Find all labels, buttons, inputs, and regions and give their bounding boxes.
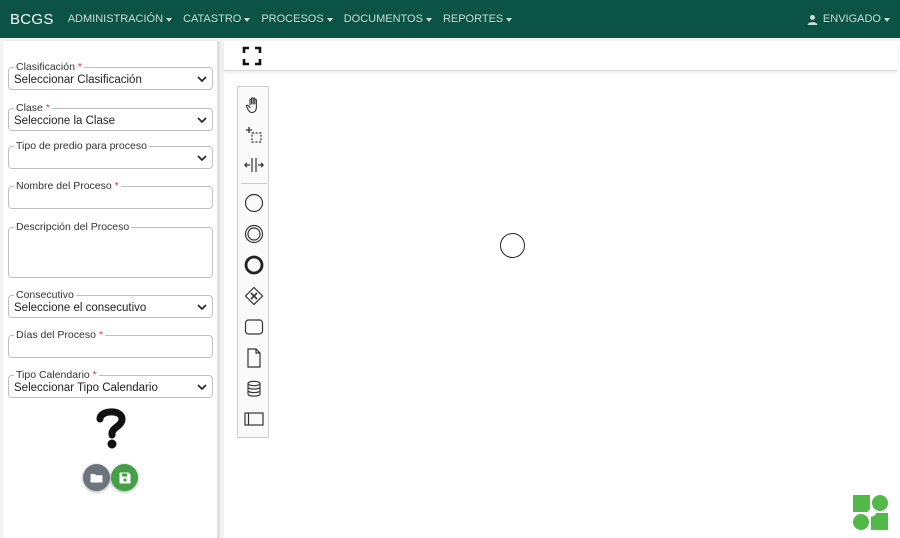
chevron-down-icon <box>197 116 207 123</box>
save-button[interactable] <box>111 464 138 491</box>
nav-menu-procesos[interactable]: PROCESOS <box>261 13 333 25</box>
nav-menu-label: REPORTES <box>442 13 504 25</box>
nav-menu-documentos[interactable]: DOCUMENTOS <box>344 13 432 25</box>
nombre-proceso-input[interactable]: Nombre del Proceso * <box>8 180 213 209</box>
data-store-icon <box>247 380 261 397</box>
clasificacion-label: Clasificación * <box>14 61 84 73</box>
chevron-down-icon <box>197 154 207 161</box>
brand-logo-text[interactable]: BCGS <box>10 11 54 28</box>
space-tool-icon <box>244 158 264 172</box>
question-mark-icon[interactable] <box>94 406 128 450</box>
data-object-icon <box>247 348 261 368</box>
required-marker: * <box>45 102 50 114</box>
space-tool[interactable] <box>242 153 266 177</box>
intermediate-event-icon <box>244 224 264 244</box>
gateway-icon <box>244 286 264 306</box>
start-event-icon <box>244 193 264 213</box>
lasso-tool[interactable] <box>242 123 266 147</box>
caret-down-icon <box>166 17 173 22</box>
fullscreen-icon[interactable] <box>242 46 262 66</box>
required-marker: * <box>114 180 119 192</box>
intermediate-event-tool[interactable] <box>242 222 266 246</box>
nav-menu-label: PROCESOS <box>261 13 324 25</box>
caret-down-icon <box>506 17 513 22</box>
data-store-tool[interactable] <box>242 377 266 401</box>
lasso-tool-icon <box>246 127 262 143</box>
open-folder-button[interactable] <box>83 464 110 491</box>
required-marker: * <box>98 329 103 341</box>
chevron-down-icon <box>197 383 207 390</box>
tipo-calendario-select[interactable]: Tipo Calendario * Seleccionar Tipo Calen… <box>8 369 213 398</box>
clase-select[interactable]: Clase * Seleccione la Clase <box>8 102 213 131</box>
dias-proceso-label: Días del Proceso * <box>14 329 105 341</box>
caret-down-icon <box>425 17 432 22</box>
end-event-icon <box>244 255 264 275</box>
data-object-tool[interactable] <box>242 346 266 370</box>
user-icon <box>807 14 818 25</box>
caret-down-icon <box>884 17 890 22</box>
caret-down-icon <box>326 17 333 22</box>
hand-tool[interactable] <box>242 93 266 117</box>
top-navbar: BCGS ADMINISTRACIÓN CATASTRO PROCESOS DO… <box>0 0 900 38</box>
pool-icon <box>244 412 264 426</box>
pool-tool[interactable] <box>242 407 266 431</box>
tipo-predio-label: Tipo de predio para proceso <box>14 140 149 152</box>
required-marker: * <box>92 369 97 381</box>
tipo-predio-select[interactable]: Tipo de predio para proceso <box>8 140 213 169</box>
caret-down-icon <box>244 17 251 22</box>
start-event-tool[interactable] <box>242 191 266 215</box>
user-menu-label: ENVIGADO <box>822 13 881 25</box>
folder-icon <box>90 473 103 483</box>
task-icon <box>244 319 264 335</box>
descripcion-proceso-textarea[interactable]: Descripción del Proceso <box>8 221 213 278</box>
consecutivo-label: Consecutivo <box>14 289 76 301</box>
chevron-down-icon <box>197 303 207 310</box>
palette-separator <box>241 183 267 184</box>
canvas-toolbar <box>224 41 897 71</box>
required-marker: * <box>77 61 82 73</box>
nav-menu-catastro[interactable]: CATASTRO <box>183 13 251 25</box>
clase-label: Clase * <box>14 102 52 114</box>
tool-palette <box>237 86 269 438</box>
end-event-tool[interactable] <box>242 253 266 277</box>
descripcion-proceso-label: Descripción del Proceso <box>14 221 132 233</box>
nombre-proceso-label: Nombre del Proceso * <box>14 180 121 192</box>
clasificacion-value: Seleccionar Clasificación <box>14 74 142 86</box>
nav-menu-administracion[interactable]: ADMINISTRACIÓN <box>67 13 173 25</box>
clase-value: Seleccione la Clase <box>14 115 116 127</box>
nav-menu-label: CATASTRO <box>183 13 242 25</box>
dias-proceso-input[interactable]: Días del Proceso * <box>8 329 213 358</box>
consecutivo-select[interactable]: Consecutivo Seleccione el consecutivo <box>8 289 213 318</box>
task-tool[interactable] <box>242 315 266 339</box>
chevron-down-icon <box>197 75 207 82</box>
nav-menu-label: ADMINISTRACIÓN <box>67 13 164 25</box>
clasificacion-select[interactable]: Clasificación * Seleccionar Clasificació… <box>8 61 213 90</box>
nav-menu-reportes[interactable]: REPORTES <box>442 13 513 25</box>
process-form-panel: Clasificación * Seleccionar Clasificació… <box>3 41 219 538</box>
hand-tool-icon <box>245 97 257 114</box>
bpmn-canvas[interactable] <box>224 41 900 538</box>
bpmn-start-event[interactable] <box>500 233 525 258</box>
app-logo-icon <box>853 495 888 530</box>
tipo-calendario-value: Seleccionar Tipo Calendario <box>14 382 158 394</box>
user-menu[interactable]: ENVIGADO <box>807 0 890 38</box>
consecutivo-value: Seleccione el consecutivo <box>14 302 147 314</box>
floppy-disk-icon <box>119 472 130 483</box>
tipo-calendario-label: Tipo Calendario * <box>14 369 99 381</box>
gateway-tool[interactable] <box>242 284 266 308</box>
nav-menu-label: DOCUMENTOS <box>343 13 423 25</box>
